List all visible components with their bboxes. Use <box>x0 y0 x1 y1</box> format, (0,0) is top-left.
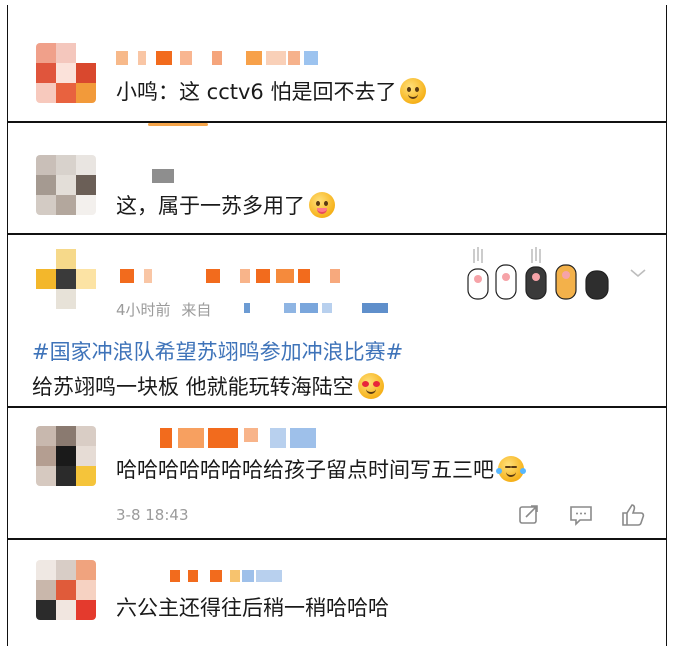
avatar[interactable] <box>36 249 96 309</box>
timestamp: 4小时前 <box>116 301 171 319</box>
username[interactable] <box>160 428 340 448</box>
like-icon[interactable] <box>620 502 646 528</box>
comment-text: 给苏翊鸣一块板 他就能玩转海陆空 <box>32 373 384 401</box>
comment-body: 给苏翊鸣一块板 他就能玩转海陆空 <box>32 375 354 399</box>
username[interactable] <box>116 51 336 65</box>
tears-of-joy-face-icon <box>496 456 526 482</box>
comment-body: 哈哈哈哈哈哈哈给孩子留点时间写五三吧 <box>116 458 494 482</box>
repost-icon[interactable] <box>516 502 542 528</box>
comment-card-1: 小鸣：这 cctv6 怕是回不去了 <box>7 5 667 121</box>
comment-body: 小鸣：这 cctv6 怕是回不去了 <box>116 80 397 104</box>
tongue-face-icon <box>309 192 335 218</box>
comment-text: 六公主还得往后稍一稍哈哈哈 <box>116 596 389 620</box>
comment-text: 这，属于一苏多用了 <box>116 192 335 220</box>
source-client[interactable] <box>244 303 394 317</box>
comment-card-2: 这，属于一苏多用了 <box>7 121 667 233</box>
drool-face-icon <box>400 78 427 104</box>
timestamp: 3-8 18:43 <box>116 506 189 524</box>
avatar[interactable] <box>36 426 96 486</box>
comment-card-4: 哈哈哈哈哈哈哈给孩子留点时间写五三吧 3-8 18:43 <box>7 406 667 538</box>
comment-icon[interactable] <box>568 502 594 528</box>
username[interactable] <box>120 269 380 283</box>
cat-paw-decoration <box>462 245 642 305</box>
avatar[interactable] <box>36 560 96 620</box>
meta-row: 4小时前 来自 <box>116 299 211 320</box>
source-label: 来自 <box>181 301 212 319</box>
comment-card-3: 4小时前 来自 #国家冲浪队希望苏翊鸣参加冲浪比赛# 给苏翊鸣一块板 他就能玩转… <box>7 233 667 406</box>
username[interactable] <box>170 570 290 584</box>
heart-eyes-face-icon <box>357 373 384 399</box>
comment-text: 小鸣：这 cctv6 怕是回不去了 <box>116 78 427 106</box>
hashtag-link[interactable]: #国家冲浪队希望苏翊鸣参加冲浪比赛# <box>32 338 403 366</box>
chevron-down-icon[interactable] <box>628 265 648 279</box>
comment-text: 哈哈哈哈哈哈哈给孩子留点时间写五三吧 <box>116 456 526 484</box>
divider <box>148 123 208 126</box>
comment-body: 这，属于一苏多用了 <box>116 194 305 218</box>
username[interactable] <box>152 169 192 183</box>
avatar[interactable] <box>36 155 96 215</box>
avatar[interactable] <box>36 43 96 103</box>
comment-card-5: 六公主还得往后稍一稍哈哈哈 <box>7 538 667 646</box>
